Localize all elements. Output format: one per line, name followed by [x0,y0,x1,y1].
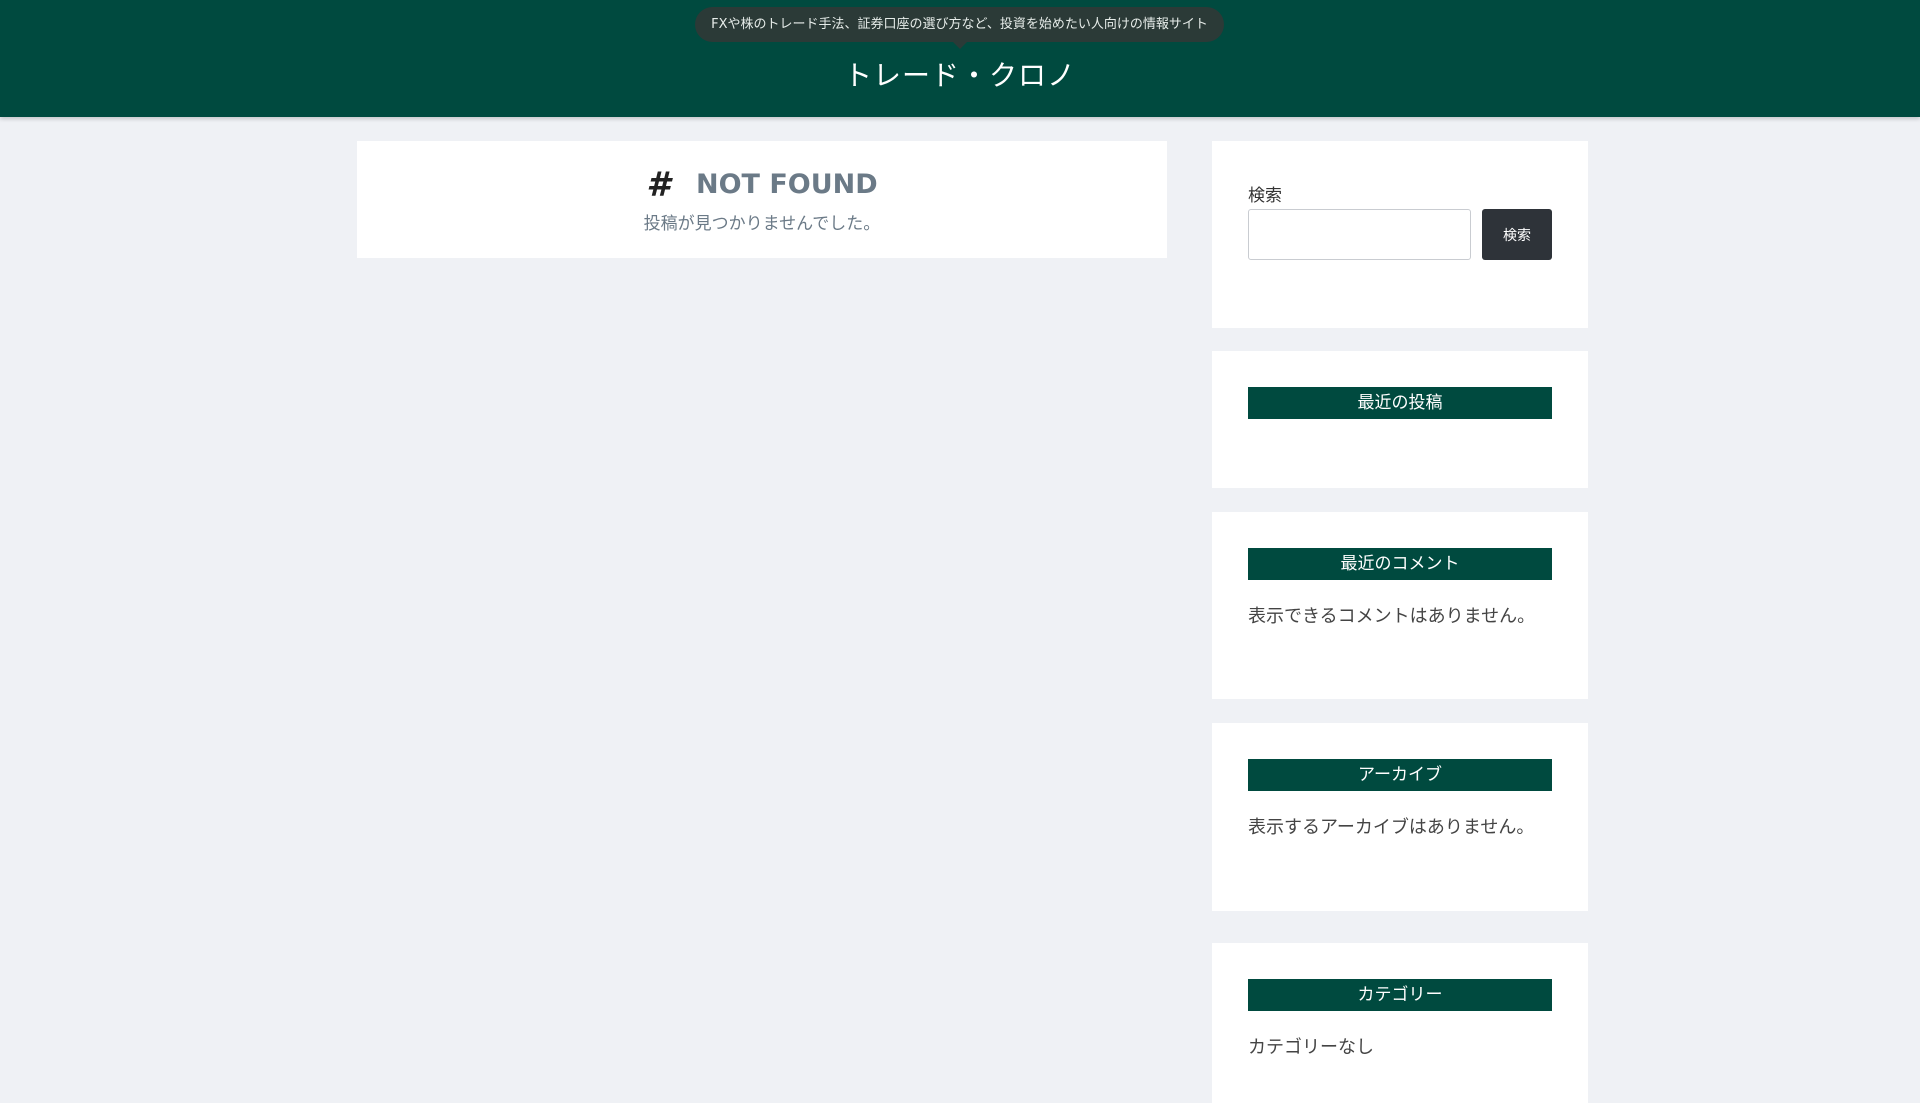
categories-empty-text: カテゴリーなし [1248,1037,1374,1058]
site-title-link[interactable]: トレード・クロノ [0,56,1920,96]
search-button[interactable]: 検索 [1482,209,1552,260]
search-widget: 検索 検索 [1212,141,1588,328]
archives-title: アーカイブ [1248,759,1552,791]
site-tagline: FXや株のトレード手法、証券口座の選び方など、投資を始めたい人向けの情報サイト [695,7,1224,42]
archives-widget: アーカイブ 表示するアーカイブはありません。 [1212,723,1588,911]
recent-posts-title: 最近の投稿 [1248,387,1552,419]
search-input[interactable] [1248,209,1471,260]
recent-comments-title: 最近のコメント [1248,548,1552,580]
search-label: 検索 [1248,186,1282,206]
hash-icon: # [646,165,670,205]
recent-comments-widget: 最近のコメント 表示できるコメントはありません。 [1212,512,1588,699]
not-found-heading: # NOT FOUND [357,165,1167,205]
site-header: FXや株のトレード手法、証券口座の選び方など、投資を始めたい人向けの情報サイト … [0,0,1920,117]
page-title: NOT FOUND [695,169,878,200]
categories-title: カテゴリー [1248,979,1552,1011]
recent-comments-empty-text: 表示できるコメントはありません。 [1248,606,1536,627]
categories-widget: カテゴリー カテゴリーなし [1212,943,1588,1103]
not-found-card: # NOT FOUND 投稿が見つかりませんでした。 [357,141,1167,258]
not-found-message: 投稿が見つかりませんでした。 [643,214,881,234]
archives-empty-text: 表示するアーカイブはありません。 [1248,817,1535,838]
recent-posts-widget: 最近の投稿 [1212,351,1588,488]
